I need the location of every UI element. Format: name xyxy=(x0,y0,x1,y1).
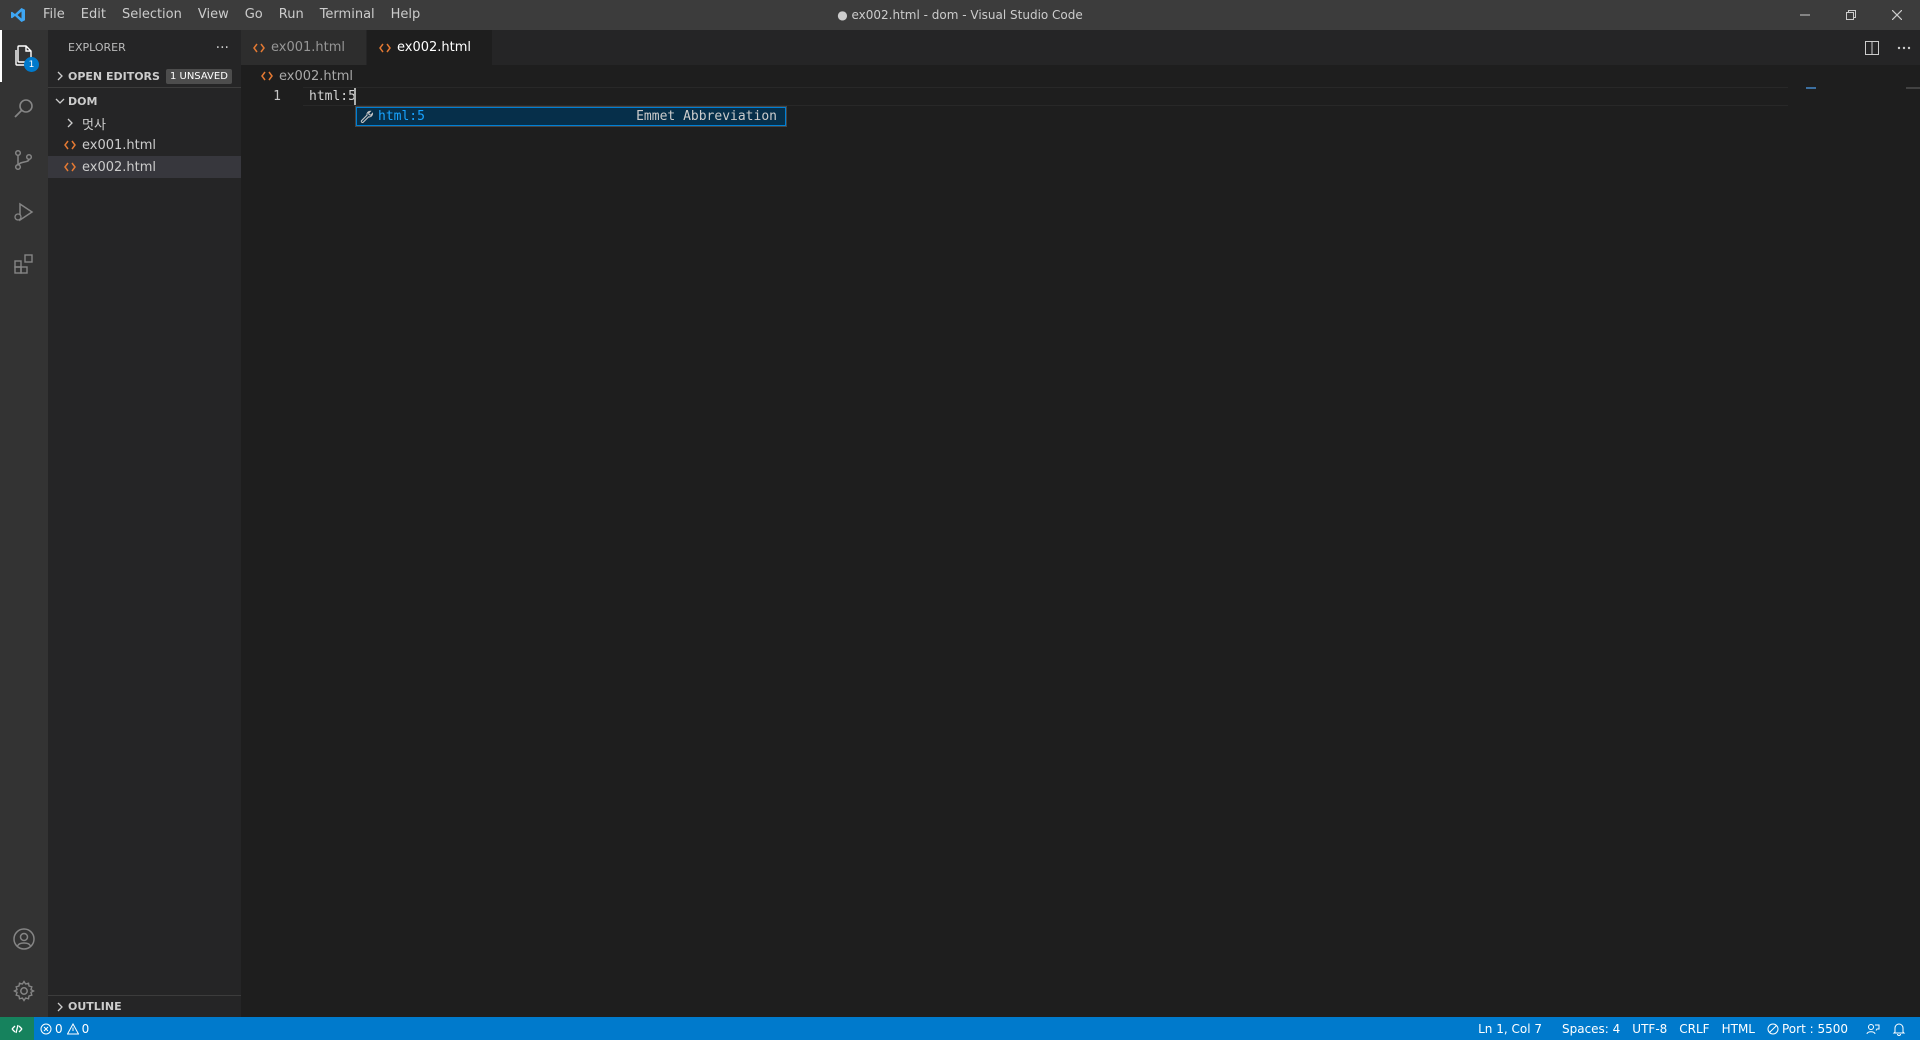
more-actions-icon[interactable] xyxy=(1888,30,1920,65)
suggest-widget: html:5 Emmet Abbreviation xyxy=(355,106,787,127)
extensions-icon[interactable] xyxy=(0,238,48,290)
menu-view[interactable]: View xyxy=(190,0,237,30)
warning-icon xyxy=(66,1022,79,1035)
activity-bar-bottom xyxy=(0,913,48,1017)
run-debug-icon[interactable] xyxy=(0,186,48,238)
open-editors-label: OPEN EDITORS xyxy=(68,69,160,83)
scrollbar-overview[interactable] xyxy=(1906,87,1920,89)
window-controls xyxy=(1782,0,1920,30)
error-icon xyxy=(40,1023,52,1035)
warning-count: 0 xyxy=(81,1021,90,1036)
code-text[interactable]: html:5 xyxy=(309,88,356,105)
remote-icon[interactable] xyxy=(0,1017,34,1040)
suggest-item[interactable]: html:5 Emmet Abbreviation xyxy=(356,107,786,126)
text-cursor xyxy=(353,88,356,105)
code-line[interactable]: 1 html:5 xyxy=(241,87,1920,106)
code-content: html:5 xyxy=(309,89,356,104)
source-control-icon[interactable] xyxy=(0,134,48,186)
tab-label: ex001.html xyxy=(271,40,346,55)
sidebar-title: EXPLORER xyxy=(68,41,126,54)
language-mode[interactable]: HTML xyxy=(1716,1017,1761,1040)
wrench-icon xyxy=(360,110,374,124)
html-file-icon xyxy=(62,137,78,153)
tab-label: ex002.html xyxy=(397,40,472,55)
editor-actions xyxy=(1856,30,1920,65)
split-editor-icon[interactable] xyxy=(1856,30,1888,65)
notifications-bell-icon[interactable] xyxy=(1886,1017,1912,1040)
menu-help[interactable]: Help xyxy=(383,0,429,30)
tree-item-label: 멋사 xyxy=(82,117,106,133)
title-bar: File Edit Selection View Go Run Terminal… xyxy=(0,0,1920,30)
outline-section[interactable]: OUTLINE xyxy=(48,995,241,1017)
more-actions-icon[interactable]: ··· xyxy=(216,40,229,56)
activity-bar: 1 xyxy=(0,30,48,1017)
editor-area: ex001.html ex002.html ex002.html 1 html:… xyxy=(241,30,1920,1017)
html-file-icon xyxy=(62,159,78,175)
chevron-right-icon xyxy=(52,68,68,84)
vscode-logo-icon xyxy=(0,0,35,30)
account-icon[interactable] xyxy=(0,913,48,965)
menu-selection[interactable]: Selection xyxy=(114,0,190,30)
restore-icon[interactable] xyxy=(1828,0,1874,30)
error-count: 0 xyxy=(55,1021,63,1036)
html-file-icon xyxy=(379,43,391,53)
feedback-icon[interactable] xyxy=(1860,1017,1886,1040)
menu-bar: File Edit Selection View Go Run Terminal… xyxy=(35,0,428,30)
unsaved-badge: 1 UNSAVED xyxy=(165,68,232,84)
chevron-right-icon xyxy=(62,115,78,131)
close-icon[interactable] xyxy=(1874,0,1920,30)
settings-gear-icon[interactable] xyxy=(0,965,48,1017)
problems-status[interactable]: 0 0 xyxy=(34,1017,95,1040)
port-label: Port : 5500 xyxy=(1782,1021,1848,1036)
indentation[interactable]: Spaces: 4 xyxy=(1556,1017,1626,1040)
chevron-right-icon xyxy=(52,999,68,1015)
sidebar-title-row: EXPLORER ··· xyxy=(48,30,241,65)
tree-folder-item[interactable]: 멋사 xyxy=(48,112,241,134)
menu-file[interactable]: File xyxy=(35,0,73,30)
menu-terminal[interactable]: Terminal xyxy=(312,0,383,30)
search-icon[interactable] xyxy=(0,82,48,134)
chevron-down-icon xyxy=(52,93,68,109)
tab-ex001[interactable]: ex001.html xyxy=(241,30,367,65)
no-entry-icon xyxy=(1767,1023,1779,1035)
explorer-badge: 1 xyxy=(24,57,39,72)
end-of-line[interactable]: CRLF xyxy=(1673,1017,1715,1040)
status-right: Ln 1, Col 7 Spaces: 4 UTF-8 CRLF HTML Po… xyxy=(1472,1017,1920,1040)
tree-file-ex001[interactable]: ex001.html xyxy=(48,134,241,156)
minimize-icon[interactable] xyxy=(1782,0,1828,30)
cursor-position[interactable]: Ln 1, Col 7 xyxy=(1472,1017,1548,1040)
explorer-icon[interactable]: 1 xyxy=(0,30,48,82)
html-file-icon xyxy=(253,43,265,53)
code-editor[interactable]: 1 html:5 html:5 Emmet Abbreviation xyxy=(241,87,1920,1017)
open-editors-section[interactable]: OPEN EDITORS 1 UNSAVED xyxy=(48,65,241,87)
explorer-sidebar: EXPLORER ··· OPEN EDITORS 1 UNSAVED DOM … xyxy=(48,30,241,1017)
html-file-icon xyxy=(261,71,273,81)
suggest-detail: Emmet Abbreviation xyxy=(636,109,777,124)
menu-edit[interactable]: Edit xyxy=(73,0,114,30)
menu-go[interactable]: Go xyxy=(237,0,271,30)
tree-item-label: ex001.html xyxy=(82,137,157,153)
suggest-label: html:5 xyxy=(378,109,425,124)
section-divider xyxy=(48,87,241,88)
status-bar: 0 0 Ln 1, Col 7 Spaces: 4 UTF-8 CRLF HTM… xyxy=(0,1017,1920,1040)
menu-run[interactable]: Run xyxy=(271,0,312,30)
folder-section-dom[interactable]: DOM xyxy=(48,90,241,112)
live-server-port[interactable]: Port : 5500 xyxy=(1761,1017,1854,1040)
minimap-slider[interactable] xyxy=(1806,87,1816,89)
folder-label: DOM xyxy=(68,94,98,108)
line-number: 1 xyxy=(273,89,281,104)
tab-ex002[interactable]: ex002.html xyxy=(367,30,493,65)
minimap[interactable] xyxy=(1788,87,1920,1017)
tree-item-label: ex002.html xyxy=(82,159,157,175)
breadcrumb[interactable]: ex002.html xyxy=(241,65,1920,87)
outline-label: OUTLINE xyxy=(68,1000,122,1013)
encoding[interactable]: UTF-8 xyxy=(1626,1017,1673,1040)
tree-file-ex002[interactable]: ex002.html xyxy=(48,156,241,178)
editor-tabs: ex001.html ex002.html xyxy=(241,30,1920,65)
breadcrumb-file[interactable]: ex002.html xyxy=(279,69,353,84)
